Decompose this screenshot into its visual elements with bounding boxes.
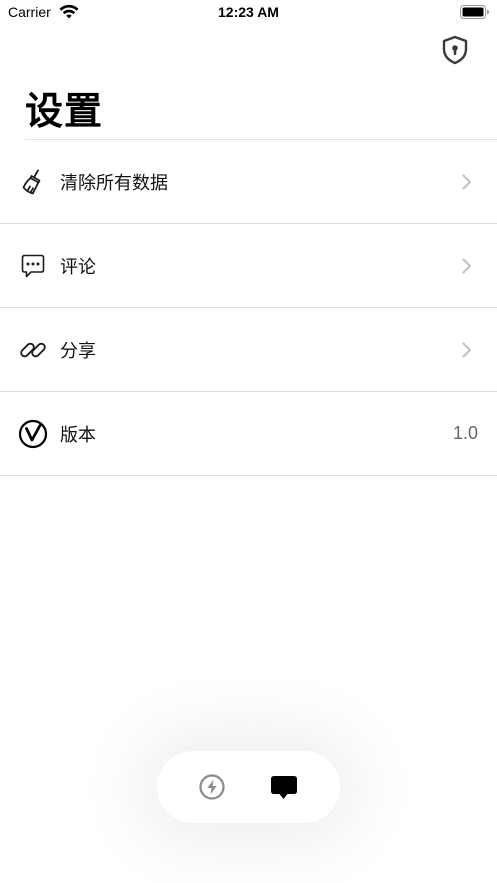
settings-row-clear-data[interactable]: 清除所有数据 <box>0 140 497 224</box>
settings-row-version: 版本 1.0 <box>0 392 497 476</box>
version-value: 1.0 <box>452 423 478 443</box>
v-circle-icon <box>17 418 49 450</box>
lightning-circle-icon <box>199 774 225 800</box>
settings-row-label: 评论 <box>60 256 96 278</box>
settings-row-label: 分享 <box>60 340 96 362</box>
page-title: 设置 <box>25 89 104 133</box>
status-bar: Carrier 12:23 AM <box>0 0 497 26</box>
settings-row-share[interactable]: 分享 <box>0 308 497 392</box>
tab-bar <box>157 751 340 823</box>
chat-bubble-icon <box>271 776 297 799</box>
settings-list: 清除所有数据 评论 分享 版本 1.0 <box>0 140 497 476</box>
tab-chat[interactable] <box>267 770 301 804</box>
shield-keyhole-icon <box>442 35 468 65</box>
broom-icon <box>17 166 49 198</box>
settings-row-review[interactable]: 评论 <box>0 224 497 308</box>
battery-icon <box>460 5 489 19</box>
chevron-right-icon <box>462 257 472 274</box>
chevron-right-icon <box>462 341 472 358</box>
privacy-button[interactable] <box>438 33 472 67</box>
chat-bubble-dots-icon <box>17 250 49 282</box>
status-time: 12:23 AM <box>218 4 279 20</box>
chevron-right-icon <box>462 173 472 190</box>
settings-row-label: 版本 <box>60 424 96 446</box>
link-icon <box>17 334 49 366</box>
tab-lightning[interactable] <box>195 770 229 804</box>
settings-row-label: 清除所有数据 <box>60 172 168 194</box>
